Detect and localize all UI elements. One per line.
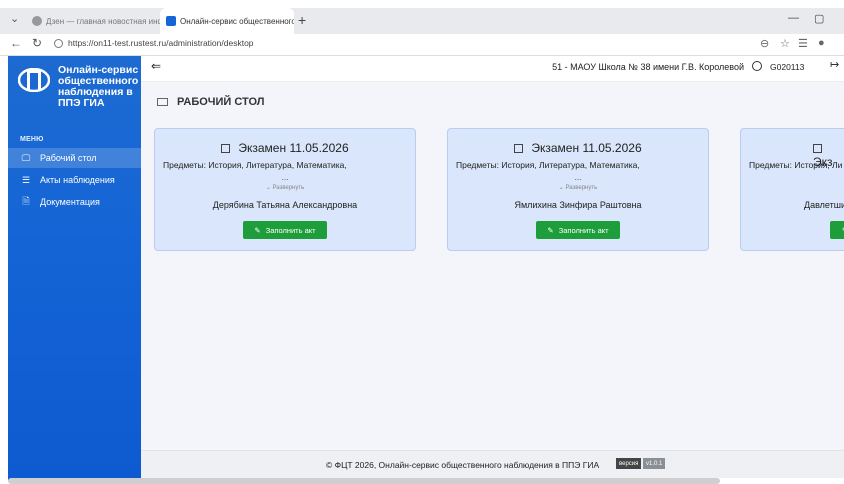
pencil-icon: ✎: [547, 225, 554, 235]
exam-card: Экзамен 11.05.2026 Предметы: История, Ли…: [447, 128, 709, 251]
expand-link[interactable]: ⌄ Развернуть: [155, 184, 415, 191]
version-badge: v1.0.1: [643, 458, 666, 469]
back-icon[interactable]: ←: [10, 36, 22, 50]
tab-label: Дзен — главная новостная инф...: [46, 16, 160, 26]
plus-icon[interactable]: +: [298, 12, 306, 28]
expand-link[interactable]: ⌄ Развернуть: [448, 184, 708, 191]
logo-icon: [18, 68, 50, 92]
exam-card: Экзамен 11.05.2026 Предметы: История, Ли…: [154, 128, 416, 251]
exam-subjects: Предметы: История, Ли: [749, 160, 843, 170]
observer-name: Ямлихина Зинфира Раштовна: [514, 200, 642, 210]
fill-act-button[interactable]: ✎ Заполнить акт: [243, 221, 327, 239]
star-icon[interactable]: ☆: [780, 37, 790, 50]
exam-subjects: Предметы: История, Литература, Математик…: [456, 160, 640, 170]
monitor-icon: [157, 98, 168, 106]
version-label: версия: [616, 458, 642, 469]
browser-tab-zen[interactable]: Дзен — главная новостная инф... ✕: [26, 8, 160, 34]
sidebar-item-label: Документация: [40, 197, 100, 207]
sidebar-item-desktop[interactable]: 🖵 Рабочий стол: [8, 148, 141, 168]
exam-card: Экз Предметы: История, Ли Давлетши ✎: [740, 128, 844, 251]
logout-icon[interactable]: ↦: [830, 58, 839, 71]
page-title: РАБОЧИЙ СТОЛ: [157, 96, 265, 108]
sidebar-item-label: Рабочий стол: [40, 153, 97, 163]
observer-name: Дерябина Татьяна Александровна: [212, 200, 358, 210]
ellipsis: ...: [574, 173, 582, 182]
logo-text: Онлайн-сервис общественного наблюдения в…: [58, 64, 139, 109]
list-icon: ☰: [21, 174, 31, 185]
url-text: https://on11-test.rustest.ru/administrat…: [68, 38, 254, 48]
fill-act-button[interactable]: ✎: [830, 221, 844, 239]
zoom-icon[interactable]: ⊖: [760, 37, 769, 50]
pencil-icon: ✎: [254, 225, 261, 235]
school-name: 51 - МАОУ Школа № 38 имени Г.В. Королево…: [552, 62, 744, 72]
sidebar-item-docs[interactable]: 🗎 Документация: [8, 192, 141, 212]
service-favicon-icon: [166, 16, 176, 26]
exam-subjects: Предметы: История, Литература, Математик…: [163, 160, 347, 170]
browser-tab-service[interactable]: Онлайн-сервис общественного ... ✕: [160, 8, 294, 34]
sidebar: Онлайн-сервис общественного наблюдения в…: [8, 56, 141, 480]
url-field[interactable]: https://on11-test.rustest.ru/administrat…: [54, 38, 254, 49]
footer-text: © ФЦТ 2026, Онлайн-сервис общественного …: [326, 460, 600, 470]
document-icon: 🗎: [22, 196, 30, 206]
monitor-icon: 🖵: [21, 152, 31, 163]
tab-label: Онлайн-сервис общественного ...: [180, 16, 294, 26]
lock-icon: [54, 39, 63, 49]
sidebar-item-acts[interactable]: ☰ Акты наблюдения: [8, 170, 141, 190]
checkbox-icon: [514, 144, 524, 153]
user-icon[interactable]: [752, 61, 762, 71]
ellipsis: ...: [281, 173, 289, 182]
maximize-icon[interactable]: ▢: [814, 12, 824, 25]
profile-icon[interactable]: ●: [818, 37, 825, 49]
favorites-icon[interactable]: ☰: [798, 37, 808, 50]
page-title-text: РАБОЧИЙ СТОЛ: [177, 96, 265, 108]
chevron-down-icon[interactable]: ⌄: [10, 12, 19, 25]
minimize-icon[interactable]: —: [788, 12, 799, 24]
menu-title: МЕНЮ: [20, 136, 44, 143]
observer-name: Давлетши: [804, 200, 844, 210]
checkbox-icon: [813, 144, 822, 153]
collapse-menu-icon[interactable]: ⇐: [151, 59, 161, 73]
exam-title: Экзамен 11.05.2026: [448, 141, 708, 155]
zen-favicon-icon: [32, 16, 42, 26]
sidebar-item-label: Акты наблюдения: [40, 175, 115, 185]
checkbox-icon: [221, 144, 231, 153]
user-code: G020113: [770, 62, 805, 72]
exam-title: Экзамен 11.05.2026: [155, 141, 415, 155]
fill-act-button[interactable]: ✎ Заполнить акт: [536, 221, 620, 239]
horizontal-scrollbar[interactable]: [8, 478, 720, 484]
refresh-icon[interactable]: ↻: [32, 36, 42, 50]
